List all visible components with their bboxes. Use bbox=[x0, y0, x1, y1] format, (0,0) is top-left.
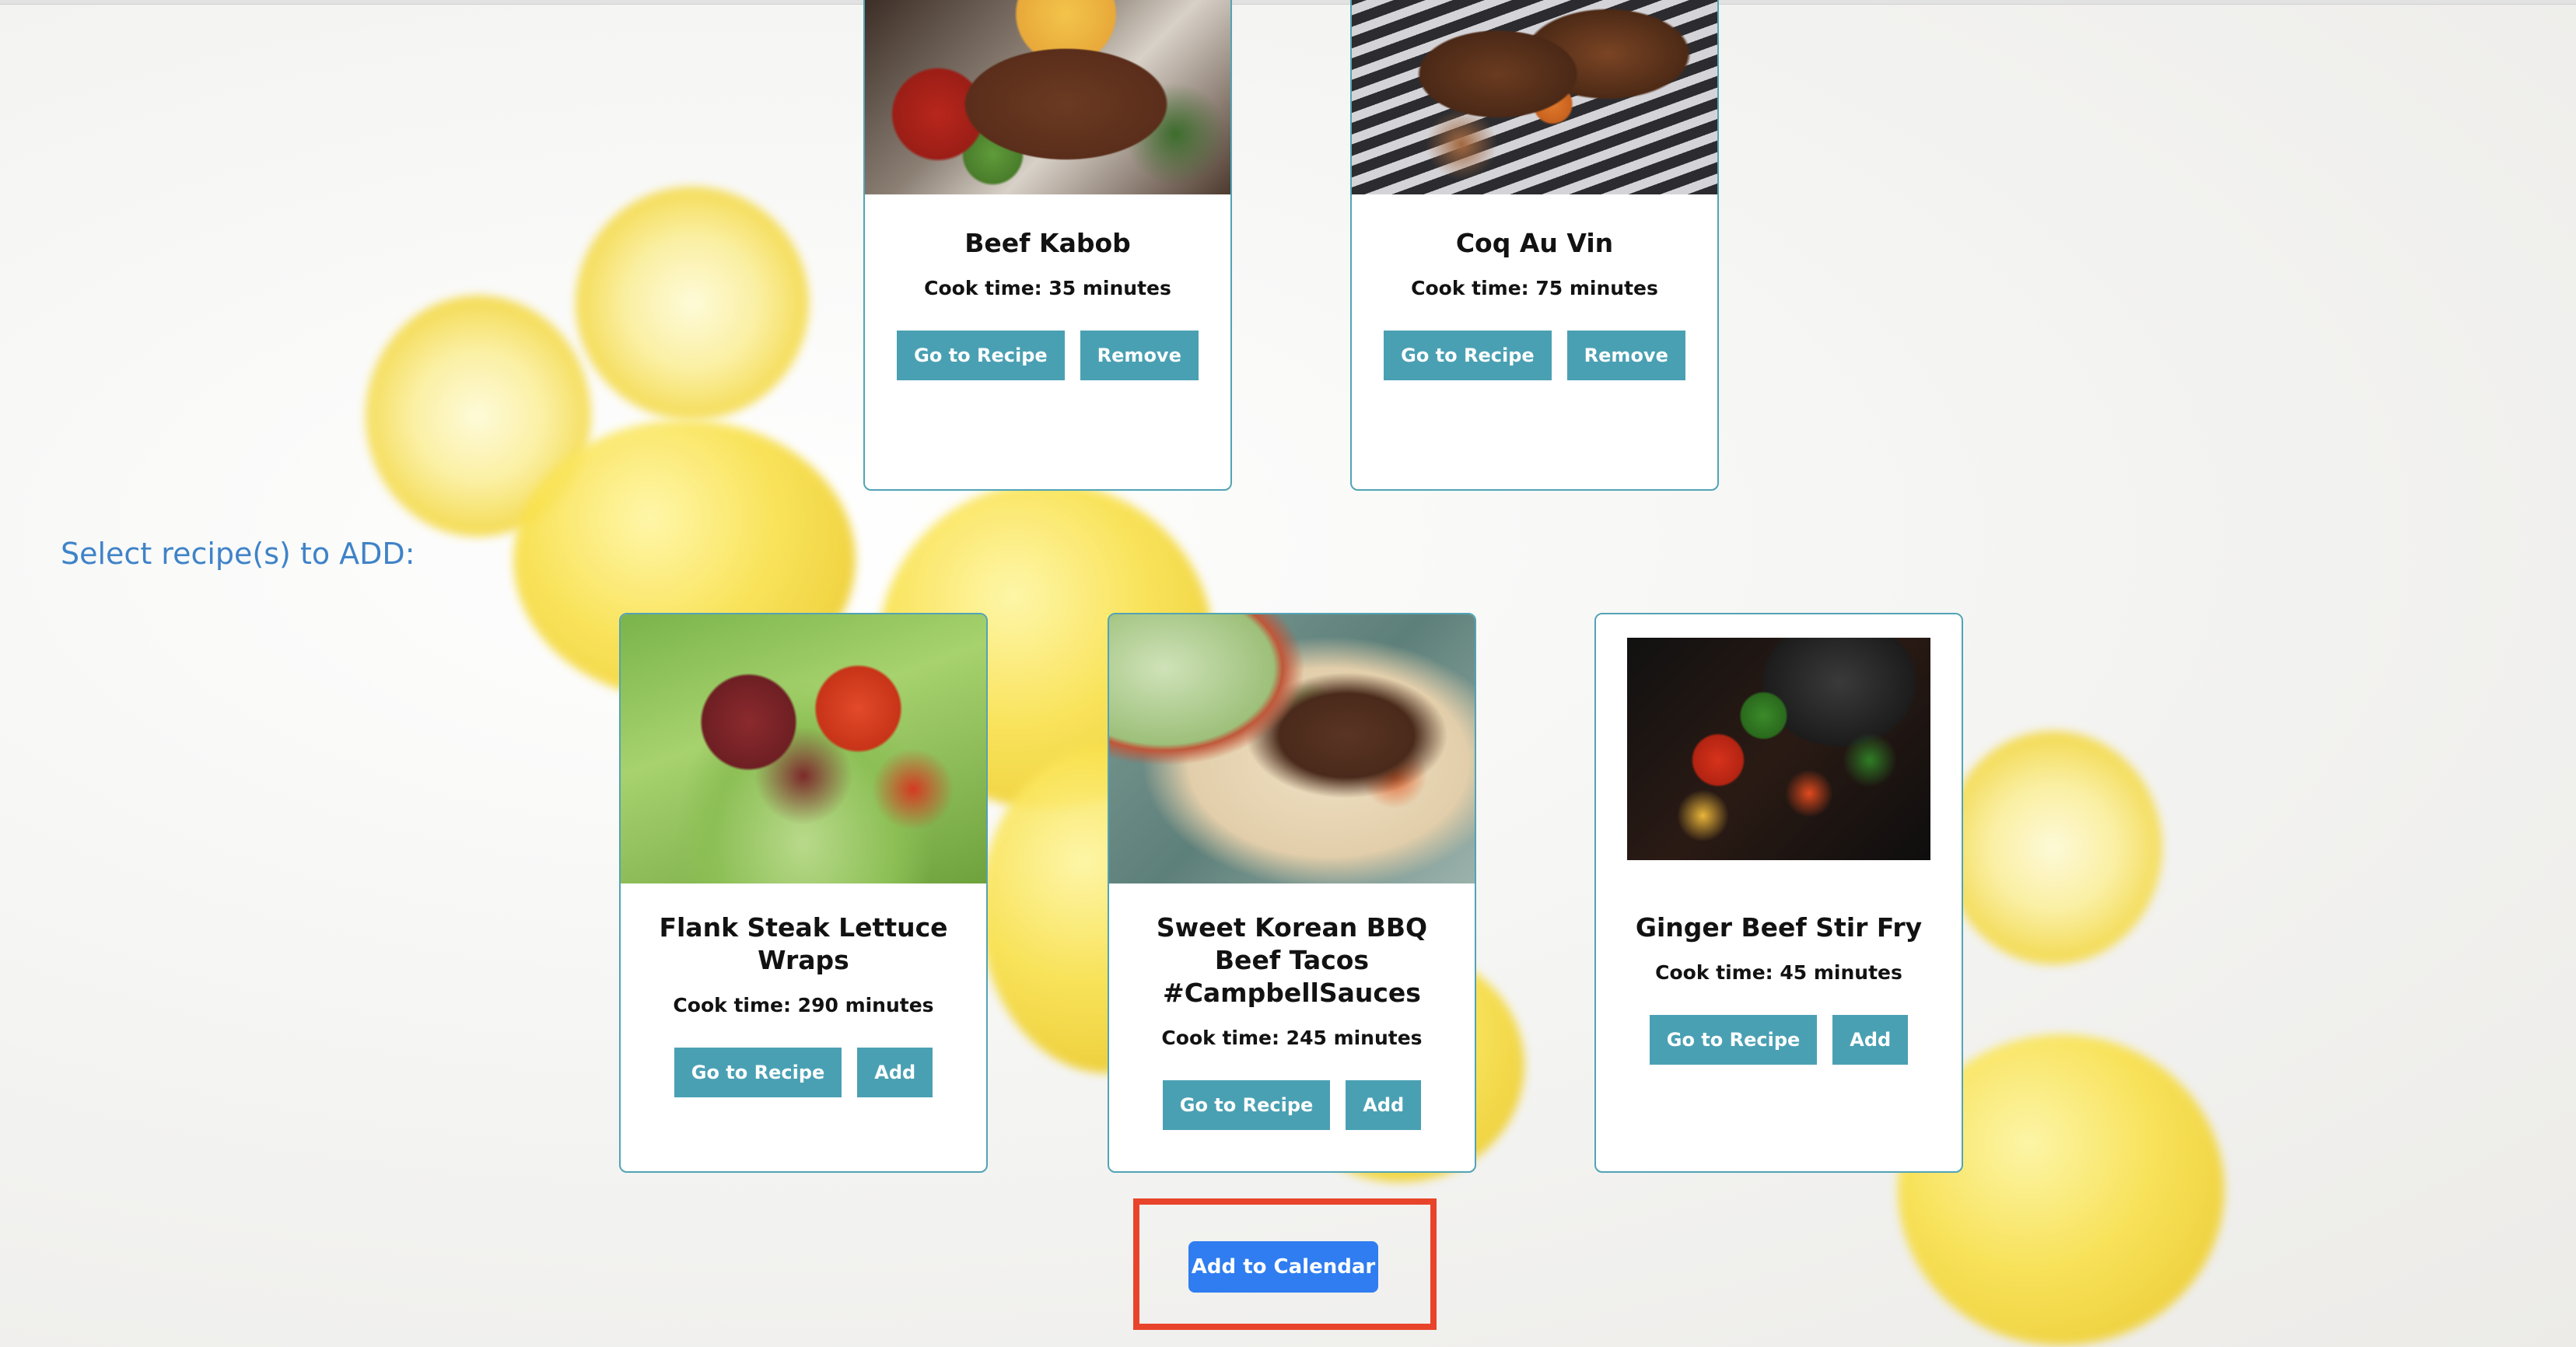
flank-steak-photo bbox=[621, 614, 986, 883]
recipe-title: Ginger Beef Stir Fry bbox=[1635, 912, 1923, 943]
recipe-card-korean-bbq-tacos: Sweet Korean BBQ Beef Tacos #CampbellSau… bbox=[1108, 613, 1476, 1173]
add-to-calendar-button[interactable]: Add to Calendar bbox=[1188, 1241, 1378, 1293]
korean-bbq-tacos-photo bbox=[1109, 614, 1475, 883]
recipe-card-ginger-beef: Ginger Beef Stir Fry Cook time: 45 minut… bbox=[1594, 613, 1963, 1173]
recipe-title: Flank Steak Lettuce Wraps bbox=[659, 912, 948, 975]
recipe-card-flank-steak: Flank Steak Lettuce Wraps Cook time: 290… bbox=[619, 613, 988, 1173]
recipe-card-beef-kabob: Beef Kabob Cook time: 35 minutes Go to R… bbox=[863, 0, 1232, 491]
recipe-title: Sweet Korean BBQ Beef Tacos #CampbellSau… bbox=[1156, 912, 1428, 1008]
remove-button[interactable]: Remove bbox=[1080, 331, 1199, 380]
go-to-recipe-button[interactable]: Go to Recipe bbox=[1162, 1080, 1331, 1130]
top-border bbox=[0, 0, 2576, 5]
recipe-image bbox=[865, 0, 1230, 194]
recipe-card-coq-au-vin: Coq Au Vin Cook time: 75 minutes Go to R… bbox=[1350, 0, 1719, 491]
add-button[interactable]: Add bbox=[857, 1048, 933, 1097]
cook-time: Cook time: 290 minutes bbox=[673, 994, 934, 1016]
select-recipes-label: Select recipe(s) to ADD: bbox=[61, 537, 415, 571]
remove-button[interactable]: Remove bbox=[1566, 331, 1685, 380]
go-to-recipe-button[interactable]: Go to Recipe bbox=[897, 331, 1065, 380]
go-to-recipe-button[interactable]: Go to Recipe bbox=[674, 1048, 842, 1097]
ginger-beef-stir-fry-photo bbox=[1627, 638, 1930, 860]
go-to-recipe-button[interactable]: Go to Recipe bbox=[1649, 1015, 1818, 1065]
add-button[interactable]: Add bbox=[1832, 1015, 1909, 1065]
recipe-image bbox=[1109, 614, 1475, 883]
recipe-image bbox=[1596, 614, 1962, 883]
recipe-image bbox=[621, 614, 986, 883]
cook-time: Cook time: 75 minutes bbox=[1411, 277, 1658, 299]
cook-time: Cook time: 245 minutes bbox=[1161, 1027, 1423, 1049]
add-button[interactable]: Add bbox=[1346, 1080, 1422, 1130]
cook-time: Cook time: 35 minutes bbox=[924, 277, 1171, 299]
coq-au-vin-photo bbox=[1352, 0, 1717, 194]
beef-kabob-photo bbox=[865, 0, 1230, 194]
recipe-title: Coq Au Vin bbox=[1455, 228, 1614, 258]
recipe-image bbox=[1352, 0, 1717, 194]
recipe-title: Beef Kabob bbox=[964, 228, 1131, 258]
go-to-recipe-button[interactable]: Go to Recipe bbox=[1384, 331, 1552, 380]
cook-time: Cook time: 45 minutes bbox=[1655, 961, 1902, 984]
